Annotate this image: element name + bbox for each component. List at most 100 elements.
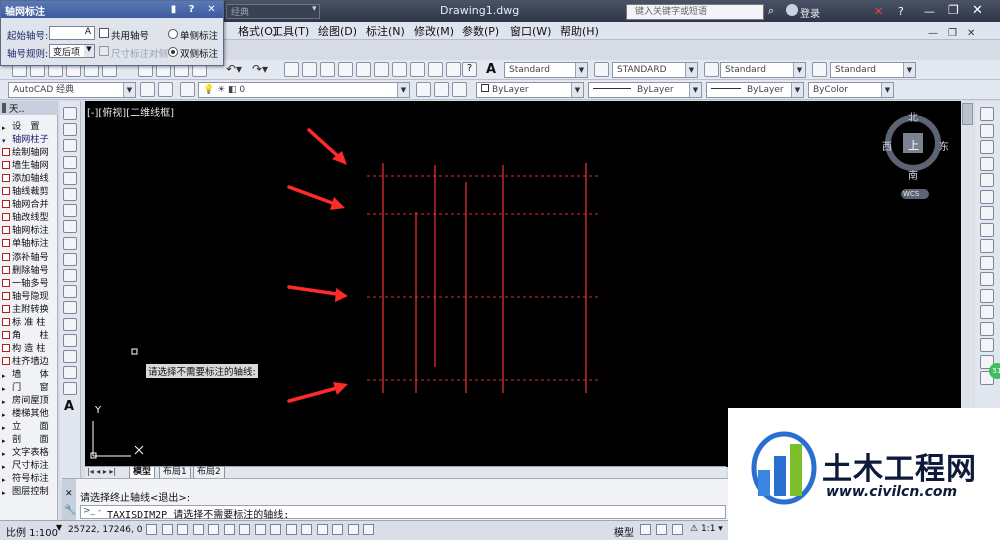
minimize-icon[interactable]: — xyxy=(924,5,935,18)
zoom-previous-icon[interactable] xyxy=(338,62,353,77)
tool-item[interactable]: 一轴多号 xyxy=(2,275,58,288)
rectangle-icon[interactable] xyxy=(63,171,77,185)
ellipse-arc-icon[interactable] xyxy=(63,269,77,282)
revcloud-icon[interactable] xyxy=(63,220,77,234)
join-icon[interactable] xyxy=(980,321,994,336)
command-input[interactable]: >_ - TAXISDIM2P 请选择不需要标注的轴线: xyxy=(80,505,726,521)
rotate-icon[interactable] xyxy=(980,206,994,220)
hatch-icon[interactable] xyxy=(63,333,77,347)
dim-opposite-checkbox[interactable] xyxy=(99,46,109,56)
tool-item[interactable]: ▸ 尺寸标注 xyxy=(2,457,58,470)
double-side-radio[interactable] xyxy=(168,47,178,57)
arc-icon[interactable] xyxy=(63,188,77,201)
viewcube-top[interactable]: 上 xyxy=(908,137,919,153)
tool-item[interactable]: ▸ 设 置 xyxy=(2,118,58,131)
command-grip[interactable]: ✕ 🔧 xyxy=(62,479,76,521)
ellipse-icon[interactable] xyxy=(63,252,77,266)
menu-window[interactable]: 窗口(W) xyxy=(510,23,551,39)
menu-dimension[interactable]: 标注(N) xyxy=(366,23,405,39)
linetype-combo[interactable]: ByLayer ▼ xyxy=(588,82,702,98)
pin-icon[interactable]: ▮ xyxy=(167,3,180,16)
model-space-button[interactable]: 模型 xyxy=(614,524,634,539)
tool-item[interactable]: 标 准 柱 xyxy=(2,314,58,327)
snap-icon[interactable] xyxy=(161,524,173,535)
gradient-icon[interactable] xyxy=(63,350,77,363)
qp-icon[interactable] xyxy=(332,524,343,535)
sc-icon[interactable] xyxy=(347,524,359,535)
tool-item[interactable]: ▸ 文字表格 xyxy=(2,444,58,457)
tool-item[interactable]: ▸ 符号标注 xyxy=(2,470,58,483)
tool-item[interactable]: 角 柱 xyxy=(2,327,58,340)
grid-icon[interactable] xyxy=(177,524,188,535)
menu-tools[interactable]: 工具(T) xyxy=(272,23,309,39)
pan-status-icon[interactable] xyxy=(672,524,683,535)
login-link[interactable]: 登录 xyxy=(800,5,820,20)
trim-icon[interactable] xyxy=(980,255,994,270)
close-icon[interactable]: ✕ xyxy=(65,489,73,499)
tool-item[interactable]: ▸ 图层控制 xyxy=(2,483,58,496)
ducs-icon[interactable] xyxy=(270,524,281,535)
close-icon[interactable]: ✕ xyxy=(972,3,983,18)
properties-icon[interactable] xyxy=(356,62,371,77)
multiline-text-icon[interactable]: A xyxy=(64,399,74,414)
tool-item[interactable]: 单轴标注 xyxy=(2,235,58,248)
mirror-icon[interactable] xyxy=(980,140,994,154)
scale-icon[interactable] xyxy=(980,222,994,237)
layer-previous-icon[interactable] xyxy=(434,82,449,97)
restore-icon[interactable]: ❐ xyxy=(948,3,959,17)
quick-view-layouts-icon[interactable] xyxy=(640,524,651,535)
break-at-point-icon[interactable] xyxy=(980,288,994,303)
tool-item[interactable]: ▸ 墙 体 xyxy=(2,366,58,379)
tool-item[interactable]: 添补轴号 xyxy=(2,249,58,262)
tool-item[interactable]: 柱齐墙边 xyxy=(2,353,58,366)
tool-item[interactable]: ▸ 楼梯其他 xyxy=(2,405,58,418)
ortho-icon[interactable] xyxy=(192,524,204,535)
layer-states-icon[interactable] xyxy=(452,82,467,97)
make-block-icon[interactable] xyxy=(63,301,77,315)
zoom-realtime-icon[interactable] xyxy=(302,62,317,77)
workspace-switch-icon[interactable] xyxy=(158,82,173,97)
start-number-input[interactable]: A xyxy=(49,26,95,40)
tool-item[interactable]: ▾ 轴网柱子 xyxy=(2,131,58,144)
point-icon[interactable] xyxy=(63,317,77,331)
tool-palettes-icon[interactable] xyxy=(392,62,407,77)
compass-south[interactable]: 南 xyxy=(908,167,918,182)
menu-help[interactable]: 帮助(H) xyxy=(560,23,599,39)
break-icon[interactable] xyxy=(980,305,994,319)
workspace-settings-icon[interactable] xyxy=(140,82,155,97)
construction-line-icon[interactable] xyxy=(63,123,77,137)
pan-icon[interactable] xyxy=(284,62,299,77)
badge[interactable]: 51 xyxy=(989,363,1000,379)
workspace-combo[interactable]: 经典 xyxy=(226,4,320,19)
dialog-title-bar[interactable]: 轴网标注 ▮ ? ✕ xyxy=(1,1,223,18)
move-icon[interactable] xyxy=(980,189,994,204)
tab-nav-arrows[interactable]: |◂ ◂ ▸ ▸| xyxy=(87,467,116,476)
tool-item[interactable]: ▸ 立 面 xyxy=(2,418,58,431)
zoom-window-icon[interactable] xyxy=(320,62,335,77)
mleader-style-combo[interactable]: Standard ▼ xyxy=(830,62,916,78)
tool-item[interactable]: 绘制轴网 xyxy=(2,144,58,157)
tool-item[interactable]: 主附转换 xyxy=(2,301,58,314)
copy-object-icon[interactable] xyxy=(980,123,994,138)
insert-block-icon[interactable] xyxy=(63,285,77,299)
chevron-down-icon[interactable]: ▼ xyxy=(84,45,94,57)
offset-icon[interactable] xyxy=(980,156,994,171)
rule-select[interactable]: 变后项 ▼ xyxy=(49,44,95,58)
scale-indicator[interactable]: 比例 1:100 xyxy=(6,524,58,539)
table-icon[interactable] xyxy=(63,382,77,396)
calculator-icon[interactable] xyxy=(446,62,461,77)
chamfer-icon[interactable] xyxy=(980,338,994,352)
help-button-icon[interactable]: ? xyxy=(462,62,477,77)
chevron-down-icon[interactable]: ▾ xyxy=(312,4,317,14)
tool-item[interactable]: ▸ 剖 面 xyxy=(2,431,58,444)
redo-icon[interactable]: ↷▾ xyxy=(252,62,268,76)
tool-item[interactable]: 添加轴线 xyxy=(2,170,58,183)
wcs-label[interactable]: WCS xyxy=(903,190,919,198)
design-center-icon[interactable] xyxy=(374,62,389,77)
make-current-icon[interactable] xyxy=(416,82,431,97)
region-icon[interactable] xyxy=(63,366,77,380)
tool-item[interactable]: 轴线裁剪 xyxy=(2,183,58,196)
tool-item[interactable]: 删除轴号 xyxy=(2,262,58,275)
tool-item[interactable]: 构 造 柱 xyxy=(2,340,58,353)
erase-icon[interactable] xyxy=(980,107,994,121)
